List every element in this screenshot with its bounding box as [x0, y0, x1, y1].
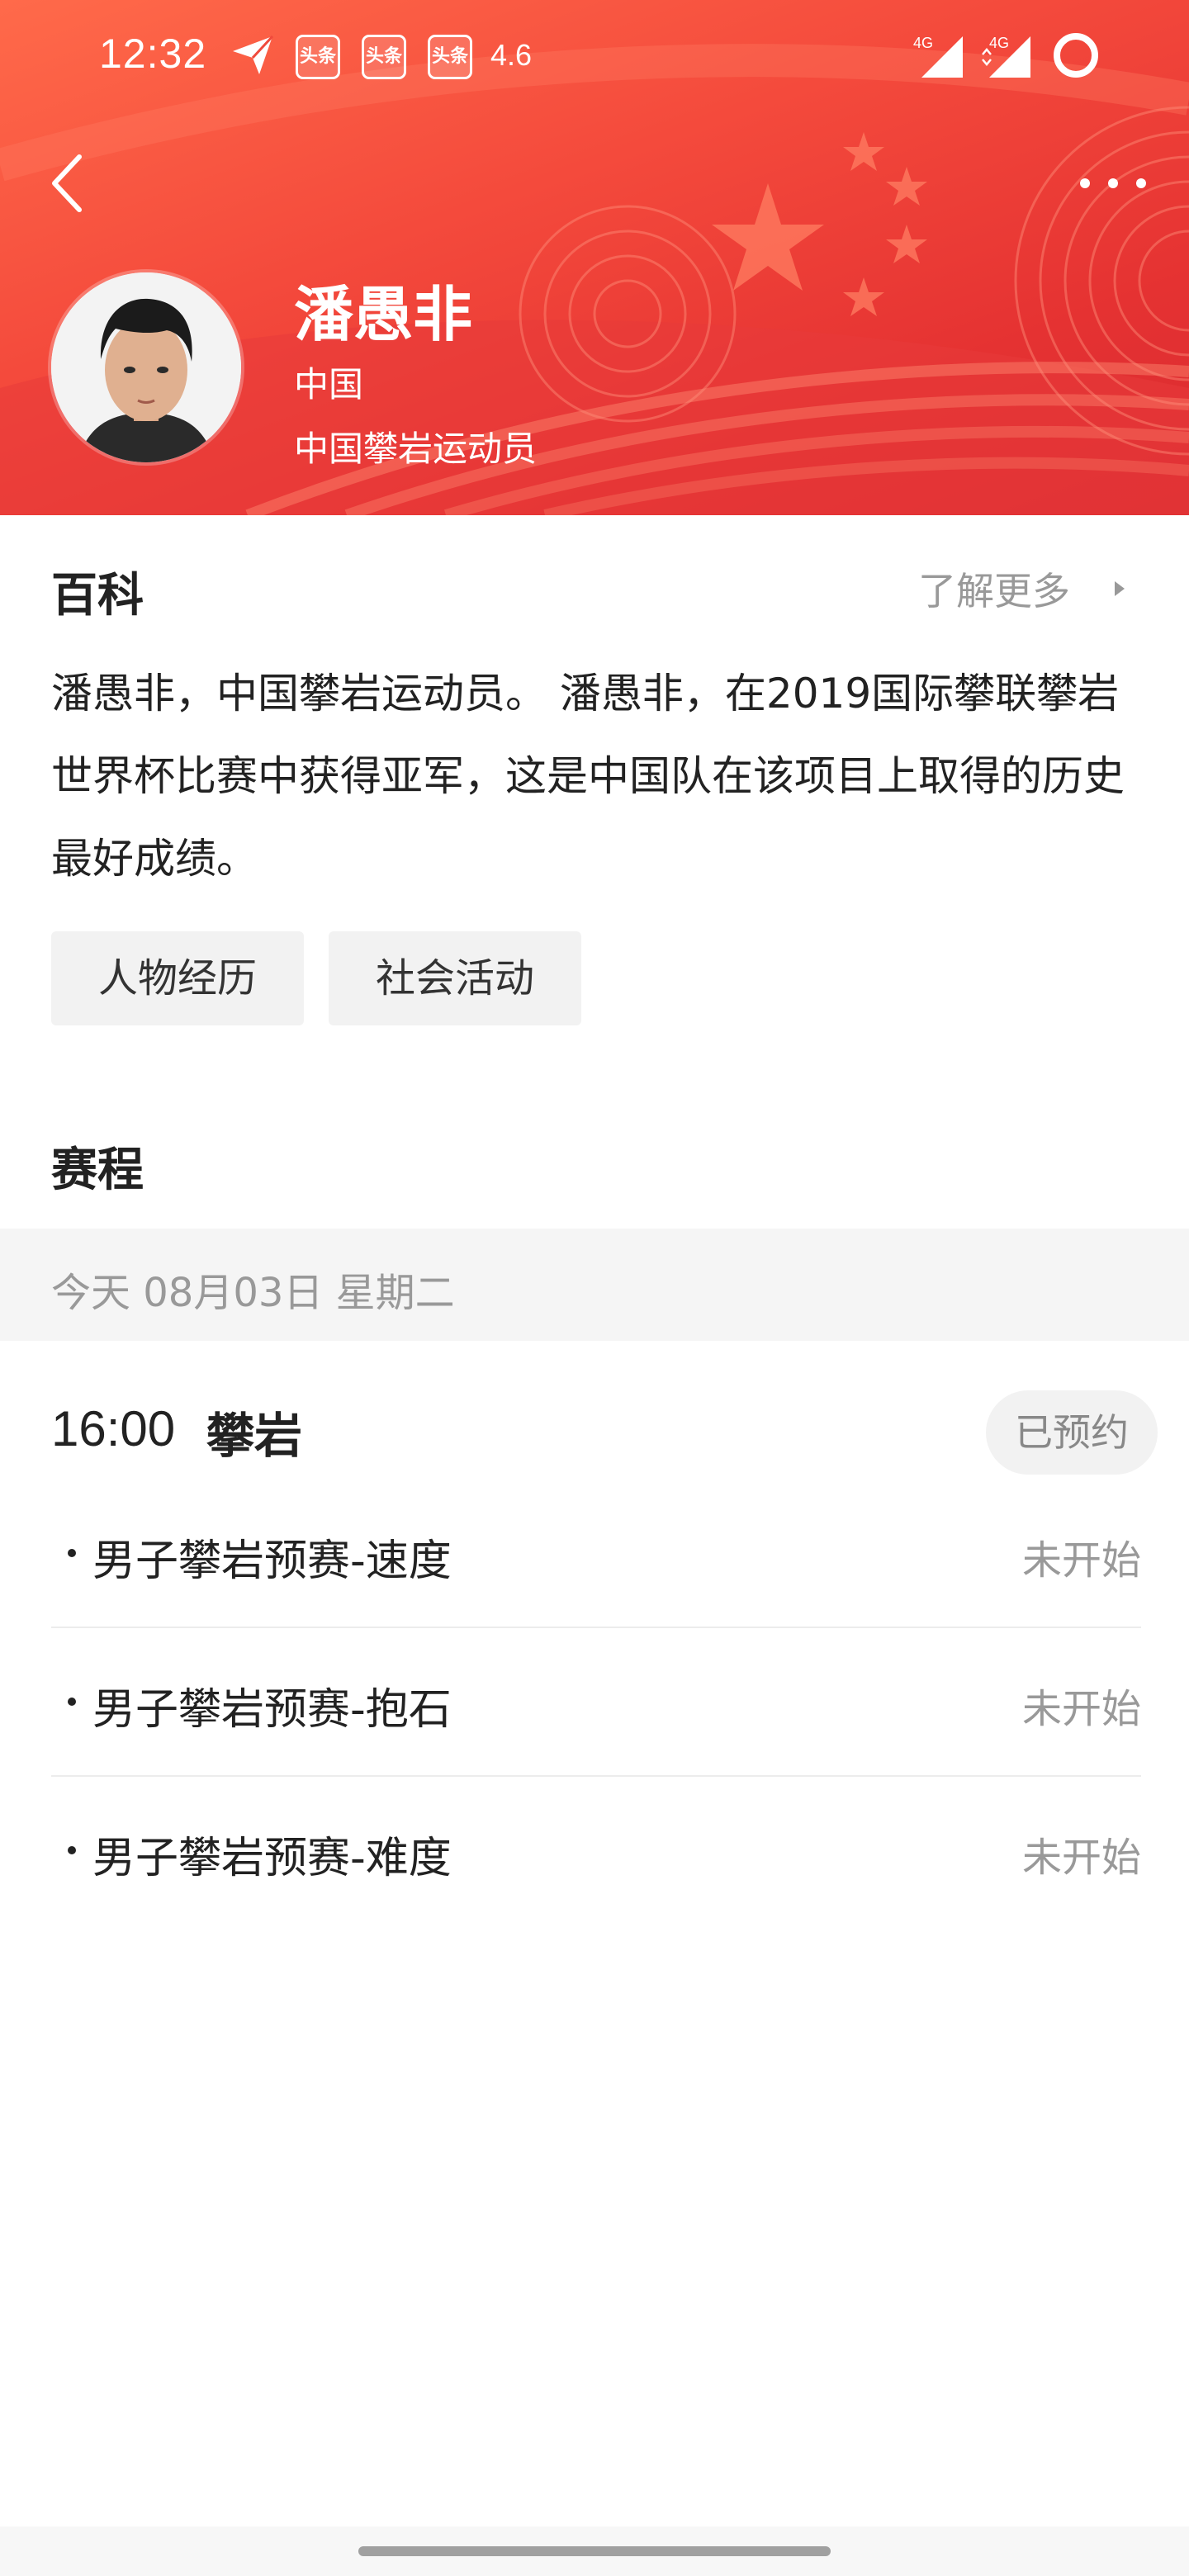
schedule-section-title: 赛程	[51, 1144, 144, 1197]
athlete-photo	[51, 272, 241, 462]
tag-career[interactable]: 人物经历	[51, 931, 304, 1025]
home-indicator[interactable]	[358, 2546, 831, 2556]
toutiao-badge-icon: 头条	[296, 35, 340, 79]
reserved-button[interactable]: 已预约	[986, 1390, 1158, 1475]
list-item[interactable]: 男子攀岩预赛-抱石 未开始	[51, 1628, 1141, 1777]
status-circle-icon	[1054, 33, 1098, 78]
match-status: 未开始	[1021, 1537, 1141, 1584]
signal-label: 4G	[913, 35, 933, 51]
match-status: 未开始	[1021, 1686, 1141, 1732]
athlete-name: 潘愚非	[294, 280, 473, 349]
avatar	[51, 272, 241, 462]
date-label: 今天 08月03日 星期二	[51, 1270, 455, 1316]
baike-section-title: 百科	[51, 569, 144, 623]
chevron-right-icon[interactable]	[1115, 581, 1125, 596]
list-item[interactable]: 男子攀岩预赛-难度 未开始	[51, 1777, 1141, 1925]
signal-icon: 4G	[982, 35, 1030, 78]
event-name: 攀岩	[206, 1408, 303, 1464]
profile-header: 12:32 头条 头条 头条 4.6 4G 4G 潘愚非 中国 中国攀岩运动员	[0, 0, 1189, 515]
back-arrow-icon[interactable]	[46, 150, 96, 216]
match-label: 男子攀岩预赛-抱石	[92, 1685, 452, 1735]
tag-social-activities[interactable]: 社会活动	[329, 931, 581, 1025]
bullet-icon	[68, 1846, 76, 1854]
list-item[interactable]: 男子攀岩预赛-速度 未开始	[51, 1480, 1141, 1628]
more-dots-icon[interactable]	[1073, 162, 1156, 203]
match-status: 未开始	[1021, 1835, 1141, 1881]
match-label: 男子攀岩预赛-难度	[92, 1834, 452, 1883]
athlete-role: 中国攀岩运动员	[294, 429, 538, 469]
bullet-icon	[68, 1549, 76, 1557]
learn-more-link[interactable]: 了解更多	[918, 561, 1070, 616]
date-header: 今天 08月03日 星期二	[0, 1229, 1189, 1341]
signal-label: 4G	[989, 35, 1009, 51]
status-time: 12:32	[99, 31, 207, 77]
baike-intro: 潘愚非，中国攀岩运动员。 潘愚非，在2019国际攀联攀岩世界杯比赛中获得亚军，这…	[51, 670, 1125, 883]
network-speed: 4.6	[490, 38, 533, 72]
signal-icon: 4G	[913, 35, 963, 78]
event-time: 16:00	[51, 1401, 176, 1456]
toutiao-badge-icon: 头条	[362, 35, 406, 79]
status-bar: 12:32 头条 头条 头条 4.6 4G 4G	[0, 0, 1189, 112]
match-label: 男子攀岩预赛-速度	[92, 1537, 452, 1586]
athlete-country: 中国	[294, 364, 364, 405]
toutiao-badge-icon: 头条	[428, 35, 472, 79]
bullet-icon	[68, 1698, 76, 1706]
send-plane-icon	[233, 35, 274, 74]
